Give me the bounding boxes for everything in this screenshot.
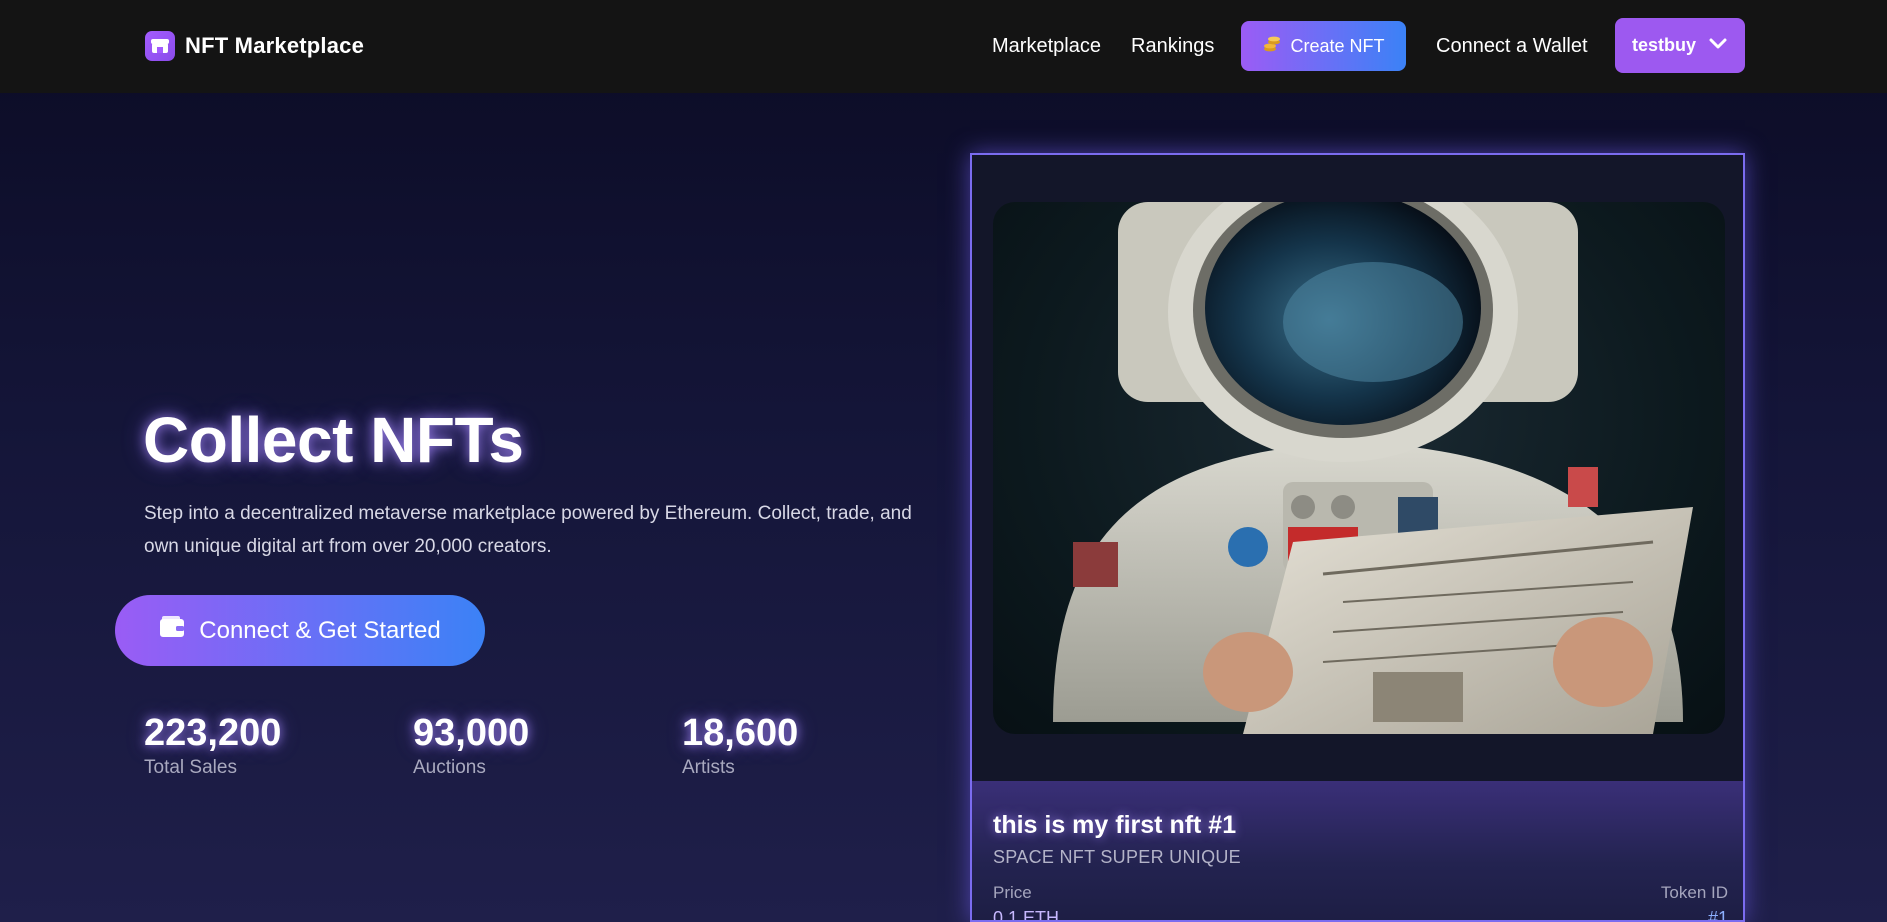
cta-label: Connect & Get Started [199,616,441,644]
hero-title: Collect NFTs [143,404,524,476]
stat-label: Artists [682,757,735,778]
store-icon [145,31,175,61]
stat-label: Auctions [413,757,486,778]
chevron-down-icon [1708,35,1728,56]
brand-name: NFT Marketplace [185,33,365,58]
top-navbar: NFT Marketplace Marketplace Rankings Cre… [0,0,1887,93]
nft-image [993,202,1725,734]
stat-artists: 18,600 Artists [682,712,798,779]
create-nft-button[interactable]: Create NFT [1241,21,1406,71]
price-value: 0.1 ETH [993,908,1060,922]
coins-icon [1262,34,1282,59]
stat-auctions: 93,000 Auctions [413,712,529,779]
stat-value: 18,600 [682,712,799,754]
stat-value: 223,200 [144,712,282,754]
hero-description: Step into a decentralized metaverse mark… [144,503,912,557]
nft-title: this is my first nft #1 [993,811,1237,839]
nav-rankings-link[interactable]: Rankings [1131,35,1214,58]
stat-value: 93,000 [413,712,530,754]
token-id-label: Token ID [1660,883,1728,902]
price-label: Price [993,883,1032,902]
connect-get-started-button[interactable]: Connect & Get Started [115,595,485,666]
token-id-value: #1 [1707,908,1728,922]
nft-info-panel: this is my first nft #1 SPACE NFT SUPER … [972,781,1743,922]
brand-logo[interactable]: NFT Marketplace [145,31,364,61]
user-menu-button[interactable]: testbuy [1615,18,1745,73]
nft-description: SPACE NFT SUPER UNIQUE [993,847,1241,867]
stat-label: Total Sales [144,757,237,778]
stat-total-sales: 223,200 Total Sales [144,712,281,779]
connect-wallet-link[interactable]: Connect a Wallet [1436,35,1588,58]
username-label: testbuy [1631,35,1696,55]
nav-marketplace-link[interactable]: Marketplace [992,35,1101,58]
featured-nft-card[interactable]: this is my first nft #1 SPACE NFT SUPER … [970,153,1745,922]
wallet-icon [159,616,185,645]
create-nft-label: Create NFT [1290,35,1385,56]
